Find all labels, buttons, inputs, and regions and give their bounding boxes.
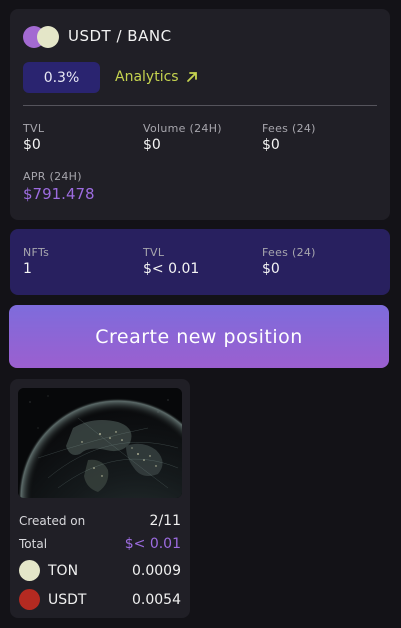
positions-summary-card: NFTs 1 TVL $< 0.01 Fees (24) $0 (10, 229, 390, 295)
pair-label: USDT / BANC (68, 27, 172, 45)
nfts-stat: NFTs 1 (23, 246, 49, 277)
tvl-value: $0 (23, 137, 41, 153)
token-name: USDT (48, 591, 87, 608)
created-value: 2/11 (149, 513, 181, 529)
summary-tvl-stat: TVL $< 0.01 (143, 246, 199, 277)
token-amount: 0.0054 (132, 591, 181, 608)
fees-label: Fees (24) (262, 122, 316, 135)
ton-token-icon (19, 560, 40, 581)
volume-label: Volume (24H) (143, 122, 222, 135)
summary-fees-label: Fees (24) (262, 246, 316, 259)
analytics-link[interactable]: Analytics (115, 69, 199, 85)
position-card[interactable]: Created on 2/11 Total $< 0.01 TON 0.0009… (10, 379, 190, 618)
arrow-up-right-icon (186, 72, 197, 82)
summary-fees-value: $0 (262, 261, 280, 277)
divider (23, 105, 377, 106)
summary-tvl-value: $< 0.01 (143, 261, 200, 277)
total-row: Total $< 0.01 (19, 536, 181, 552)
summary-fees-stat: Fees (24) $0 (262, 246, 316, 277)
apr-label: APR (24H) (23, 170, 82, 183)
apr-stat: APR (24H) $791.478 (23, 170, 95, 203)
pool-info-card: USDT / BANC 0.3% Analytics TVL $0 Volume… (10, 9, 390, 220)
nfts-label: NFTs (23, 246, 50, 259)
token-amount: 0.0009 (132, 562, 181, 579)
created-label: Created on (19, 514, 86, 528)
fee-tier-badge: 0.3% (23, 62, 100, 93)
total-value: $< 0.01 (124, 536, 181, 552)
globe-image (18, 388, 182, 498)
nfts-value: 1 (23, 261, 32, 277)
token-row-ton: TON 0.0009 (19, 560, 181, 581)
create-position-button[interactable]: Crearte new position (9, 305, 389, 368)
apr-value: $791.478 (23, 185, 95, 203)
volume-value: $0 (143, 137, 161, 153)
fees-stat: Fees (24) $0 (262, 122, 316, 153)
summary-tvl-label: TVL (143, 246, 165, 259)
analytics-label: Analytics (115, 69, 179, 85)
token-row-usdt: USDT 0.0054 (19, 589, 181, 610)
banc-token-icon (37, 26, 59, 48)
total-label: Total (19, 537, 48, 551)
tvl-stat: TVL $0 (23, 122, 44, 153)
usdt-token-icon (19, 589, 40, 610)
token-name: TON (48, 562, 79, 579)
created-row: Created on 2/11 (19, 513, 181, 529)
volume-stat: Volume (24H) $0 (143, 122, 222, 153)
fees-value: $0 (262, 137, 280, 153)
tvl-label: TVL (23, 122, 45, 135)
